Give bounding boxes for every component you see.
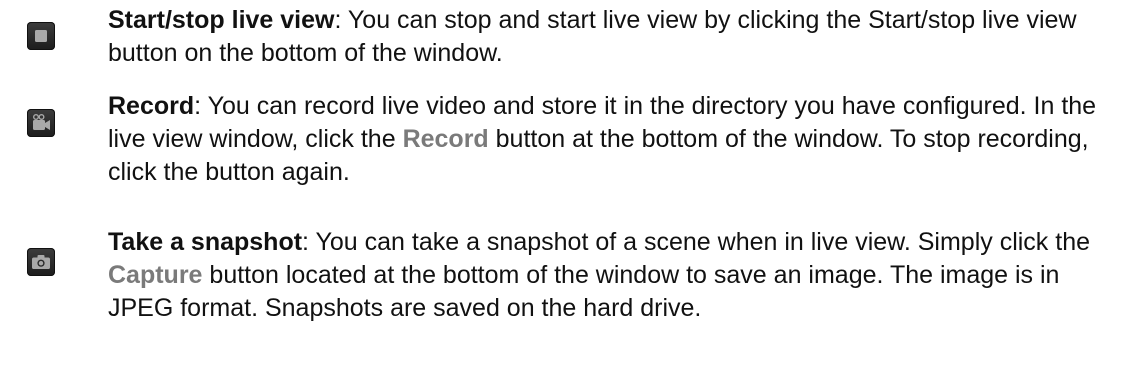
entry-text: Record: You can record live video and st… — [108, 90, 1108, 189]
record-button-reference: Record — [402, 125, 489, 153]
capture-button-reference: Capture — [108, 261, 203, 289]
entry-title: Take a snapshot — [108, 228, 303, 256]
entry-description-post: button located at the bottom of the wind… — [108, 261, 1060, 322]
entry-title: Start/stop live view — [108, 6, 335, 34]
entry-description-pre: : You can take a snapshot of a scene whe… — [302, 228, 1090, 256]
stop-icon — [27, 22, 55, 50]
entry-text: Take a snapshot: You can take a snapshot… — [108, 226, 1108, 325]
entry-text: Start/stop live view: You can stop and s… — [108, 4, 1108, 70]
entry-title: Record — [108, 92, 195, 120]
camera-icon — [27, 248, 55, 276]
video-camera-icon — [27, 109, 55, 137]
